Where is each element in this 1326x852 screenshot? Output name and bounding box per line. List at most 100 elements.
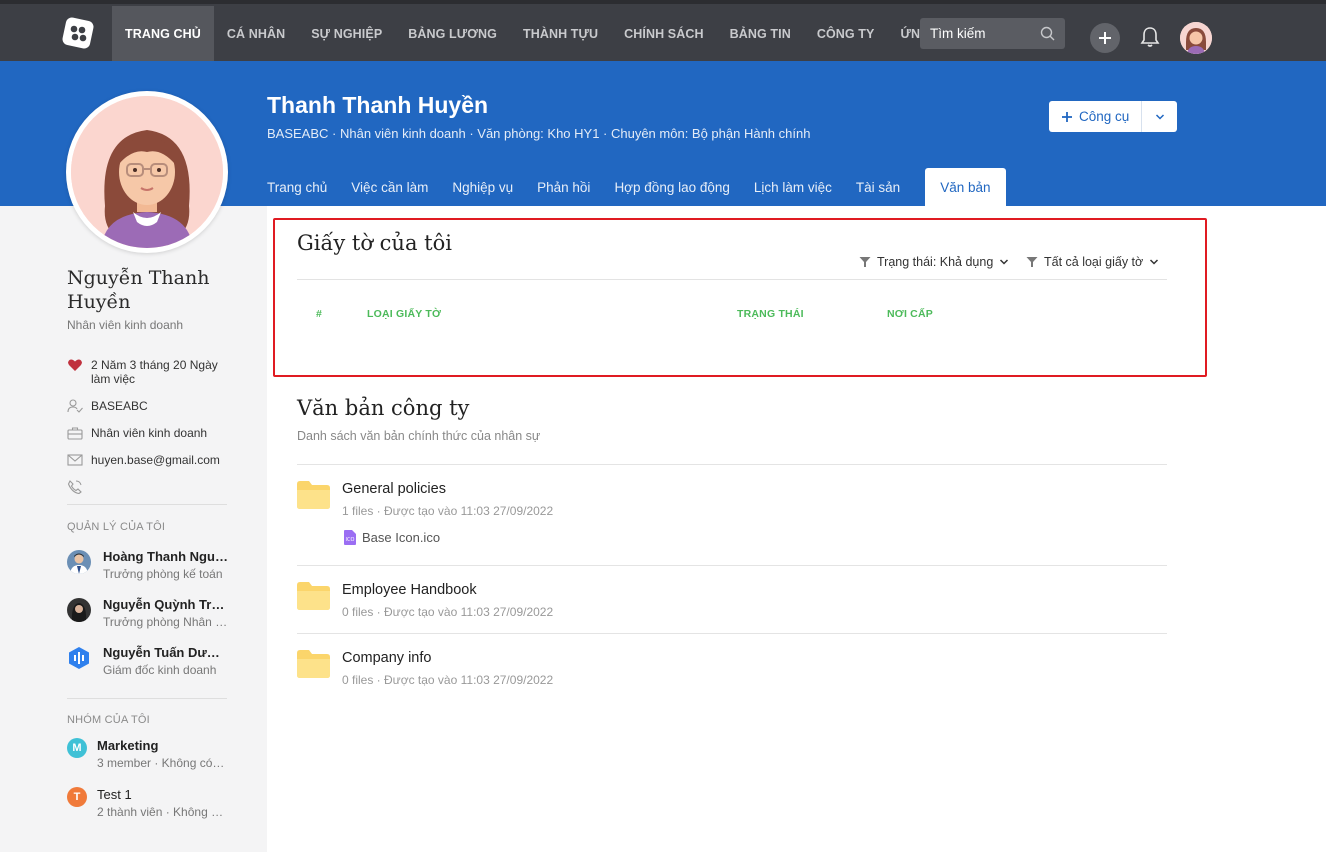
sidebar-name: Nguyễn Thanh Huyền [67,267,210,313]
nav-su-nghiep[interactable]: SỰ NGHIỆP [298,6,395,61]
company-info: BASEABC [67,399,148,413]
folder-meta: 0 files · Được tạo vào 11:03 27/09/2022 [342,673,554,687]
chevron-down-icon [1150,259,1159,265]
column-header: TRẠNG THÁI [737,308,804,320]
nav-chinh-sach[interactable]: CHÍNH SÁCH [611,6,716,61]
profile-subtitle: BASEABC · Nhân viên kinh doanh · Văn phò… [267,126,811,141]
tab-hop-dong-lao-dong[interactable]: Hợp đồng lao động [602,168,741,206]
status-filter-label: Trạng thái: Khả dụng [877,255,994,269]
group-name: Marketing [97,738,159,753]
folder-name: Employee Handbook [342,582,477,598]
divider [297,633,1167,634]
phone-icon [67,480,82,494]
tab-trang-chu[interactable]: Trang chủ [255,168,339,206]
tab-phan-hoi[interactable]: Phản hồi [525,168,602,206]
column-header: NƠI CẤP [887,308,933,320]
managers-section-title: QUẢN LÝ CỦA TÔI [67,521,166,533]
tab-van-ban[interactable]: Văn bản [925,168,1006,206]
plus-icon [1099,32,1111,44]
company-docs-subtitle: Danh sách văn bản chính thức của nhân sự [297,429,541,443]
folder-item[interactable]: Company info 0 files · Được tạo vào 11:0… [297,650,1167,690]
tab-tai-san[interactable]: Tài sản [844,168,912,206]
svg-text:ICO: ICO [346,537,355,543]
phone-info [67,480,83,494]
group-meta: 3 member · Không có mô tả [97,756,227,770]
nav-cong-ty[interactable]: CÔNG TY [804,6,888,61]
tools-button-label: Công cụ [1079,109,1130,124]
type-filter-label: Tất cả loại giấy tờ [1044,255,1144,269]
docs-divider [297,279,1167,280]
folder-meta: 1 files · Được tạo vào 11:03 27/09/2022 [342,504,554,518]
filter-icon [859,257,871,267]
folder-name: General policies [342,481,446,497]
manager-role: Trưởng phòng Nhân sự [103,615,229,629]
tools-button-main[interactable]: Công cụ [1049,109,1141,124]
user-check-icon [67,399,83,413]
manager-avatar [67,646,91,670]
folder-name: Company info [342,650,432,666]
column-header: LOẠI GIẤY TỜ [367,308,442,320]
email-info: huyen.base@gmail.com [67,453,220,467]
manager-avatar [67,550,91,574]
tab-nghiep-vu[interactable]: Nghiệp vụ [440,168,525,206]
group-initial: M [67,738,87,758]
nav-bang-luong[interactable]: BẢNG LƯƠNG [395,6,510,61]
group-name: Test 1 [97,787,132,802]
user-avatar[interactable] [1180,22,1212,54]
my-docs-title: Giấy tờ của tôi [297,231,452,255]
profile-avatar[interactable] [66,91,228,253]
heart-icon [68,359,82,371]
profile-tabs: Trang chủ Việc cần làm Nghiệp vụ Phản hồ… [255,168,1006,206]
tools-button[interactable]: Công cụ [1049,101,1177,132]
groups-section-title: NHÓM CỦA TÔI [67,714,150,726]
position-text: Nhân viên kinh doanh [91,426,208,440]
manager-name: Hoàng Thanh Nguyễn [103,549,229,564]
manager-role: Trưởng phòng kế toán [103,567,223,581]
folder-item[interactable]: Employee Handbook 0 files · Được tạo vào… [297,582,1167,622]
folder-icon [297,481,330,509]
group-item[interactable]: T Test 1 2 thành viên · Không có mô tả [67,786,229,822]
search-icon[interactable] [1040,26,1055,41]
bell-icon[interactable] [1139,26,1161,53]
filter-icon [1026,257,1038,267]
add-button[interactable] [1090,23,1120,53]
briefcase-icon [67,427,83,440]
email-text[interactable]: huyen.base@gmail.com [91,453,220,467]
chevron-down-icon [1155,113,1164,120]
nav-bang-tin[interactable]: BẢNG TIN [717,6,804,61]
group-initial: T [67,787,87,807]
file-name: Base Icon.ico [362,530,441,545]
profile-name: Thanh Thanh Huyền [267,92,489,118]
status-filter[interactable]: Trạng thái: Khả dụng [859,255,1009,269]
tab-lich-lam-viec[interactable]: Lịch làm việc [742,168,844,206]
nav-ca-nhan[interactable]: CÁ NHÂN [214,6,298,61]
manager-item[interactable]: Nguyễn Quỳnh Trâm Trưởng phòng Nhân sự [67,597,229,633]
manager-item[interactable]: Hoàng Thanh Nguyễn Trưởng phòng kế toán [67,549,229,585]
file-item[interactable]: ICO Base Icon.ico [344,530,440,545]
group-meta: 2 thành viên · Không có mô tả [97,805,227,819]
divider [297,565,1167,566]
divider [297,464,1167,465]
position-info: Nhân viên kinh doanh [67,426,207,440]
nav-thanh-tuu[interactable]: THÀNH TỰU [510,6,611,61]
folder-icon [297,650,330,678]
nav-trang-chu[interactable]: TRANG CHỦ [112,6,214,61]
tenure-text: 2 Năm 3 tháng 20 Ngày làm việc [91,358,218,386]
manager-avatar [67,598,91,622]
base-logo-icon[interactable] [61,16,95,50]
manager-item[interactable]: Nguyễn Tuấn Dương Giám đốc kinh doanh [67,645,229,681]
folder-icon [297,582,330,610]
tools-dropdown-toggle[interactable] [1142,113,1177,121]
type-filter[interactable]: Tất cả loại giấy tờ [1026,255,1159,269]
folder-meta: 0 files · Được tạo vào 11:03 27/09/2022 [342,605,554,619]
sidebar-role: Nhân viên kinh doanh [67,318,184,332]
top-navbar: TRANG CHỦ CÁ NHÂN SỰ NGHIỆP BẢNG LƯƠNG T… [0,0,1326,61]
manager-role: Giám đốc kinh doanh [103,663,217,677]
tab-viec-can-lam[interactable]: Việc cần làm [339,168,440,206]
mail-icon [67,454,83,466]
company-text: BASEABC [91,399,148,413]
chevron-down-icon [1000,259,1009,265]
search-input[interactable] [930,26,1035,41]
folder-item[interactable]: General policies 1 files · Được tạo vào … [297,481,1167,521]
group-item[interactable]: M Marketing 3 member · Không có mô tả [67,737,229,773]
